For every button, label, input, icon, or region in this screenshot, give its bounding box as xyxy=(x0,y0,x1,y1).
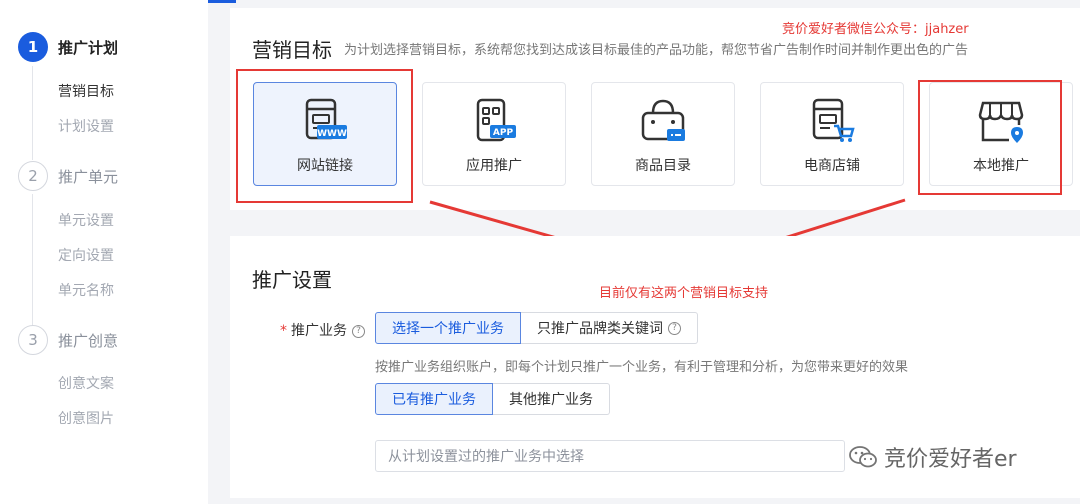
brand-keywords-only-label: 只推广品牌类关键词 xyxy=(537,321,663,337)
help-icon[interactable]: ? xyxy=(668,321,681,335)
existing-business-button[interactable]: 已有推广业务 xyxy=(375,383,493,415)
required-mark: * xyxy=(280,323,287,339)
arrow-annotation: 目前仅有这两个营销目标支持 xyxy=(599,286,769,301)
watermark-text: 竞价爱好者er xyxy=(884,447,1017,472)
brand-keywords-only-button[interactable]: 只推广品牌类关键词? xyxy=(521,312,698,344)
business-hint: 按推广业务组织账户，即每个计划只推广一个业务，有利于管理和分析，为您带来更好的效… xyxy=(375,360,909,375)
other-business-button[interactable]: 其他推广业务 xyxy=(493,383,610,415)
promotion-settings-title: 推广设置 xyxy=(252,268,332,292)
help-icon[interactable]: ? xyxy=(352,324,365,338)
business-label-text: 推广业务 xyxy=(291,323,347,339)
business-source-toggle: 已有推广业务 其他推广业务 xyxy=(375,383,610,415)
watermark: 竞价爱好者er xyxy=(848,441,1017,473)
business-mode-toggle: 选择一个推广业务 只推广品牌类关键词? xyxy=(375,312,698,344)
business-select[interactable]: 从计划设置过的推广业务中选择 xyxy=(375,440,845,472)
wechat-icon xyxy=(849,446,877,468)
business-field-label: * 推广业务? xyxy=(280,320,365,340)
select-one-business-button[interactable]: 选择一个推广业务 xyxy=(375,312,521,344)
